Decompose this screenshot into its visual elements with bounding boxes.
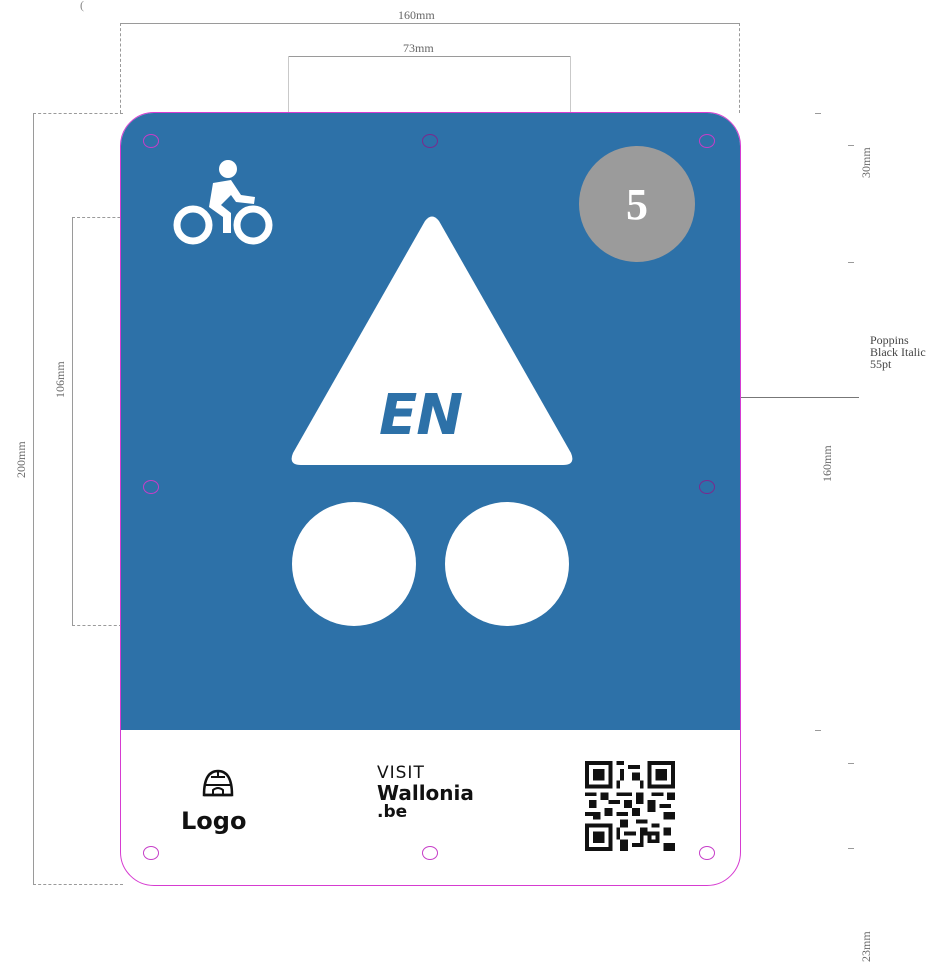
mount-hole-top-center	[422, 134, 438, 148]
dim-label-inner-width: 73mm	[403, 41, 434, 55]
visit-line-3: .be	[377, 802, 408, 822]
clipped-header-text: (	[80, 0, 84, 12]
sign-panel: 5 EN Logo VISIT Wallonia .be	[120, 112, 741, 886]
tick-r5	[848, 763, 854, 764]
language-code: EN	[379, 383, 463, 448]
visit-line-1: VISIT	[377, 763, 425, 783]
visit-line-2: Wallonia	[377, 781, 474, 805]
tick-r2	[848, 145, 854, 146]
mount-hole-top-left	[143, 134, 159, 148]
dim-ext-106-bottom	[72, 625, 122, 626]
logo-label: Logo	[181, 807, 247, 835]
dim-line-106	[72, 217, 73, 625]
igloo-icon	[202, 769, 234, 797]
bicycle-icon	[173, 160, 273, 245]
dim-line-200	[33, 113, 34, 884]
circle-symbol-left	[292, 502, 416, 626]
dim-label-right-mid: 160mm	[820, 445, 834, 482]
mount-hole-bottom-left	[143, 846, 159, 860]
mount-hole-bottom-center	[422, 846, 438, 860]
mount-hole-bottom-right	[699, 846, 715, 860]
dim-line-73	[288, 56, 570, 57]
dim-ext-left	[120, 23, 121, 113]
dim-label-width: 160mm	[398, 8, 435, 22]
dim-label-right-bottom: 23mm	[859, 931, 873, 962]
dim-label-total-height: 200mm	[14, 441, 28, 478]
dim-ext-200-top	[33, 113, 123, 114]
route-number-badge: 5	[579, 146, 695, 262]
dim-label-right-top: 30mm	[859, 147, 873, 178]
dim-ext-right	[739, 23, 740, 113]
mount-hole-mid-left	[143, 480, 159, 494]
tick-r3	[848, 262, 854, 263]
font-note: Poppins Black Italic 55pt	[870, 334, 926, 370]
dim-line-160-top	[120, 23, 739, 24]
tick-r1	[815, 113, 821, 114]
qr-code	[585, 761, 675, 851]
mount-hole-top-right	[699, 134, 715, 148]
mount-hole-mid-right	[699, 480, 715, 494]
dim-ext-200-bottom	[33, 884, 123, 885]
visit-wallonia-logo: VISIT Wallonia .be	[377, 765, 474, 821]
tick-r6	[848, 848, 854, 849]
dim-label-symbol-height: 106mm	[53, 361, 67, 398]
circle-symbol-right	[445, 502, 569, 626]
font-note-line3: 55pt	[870, 357, 892, 371]
tick-r4	[815, 730, 821, 731]
